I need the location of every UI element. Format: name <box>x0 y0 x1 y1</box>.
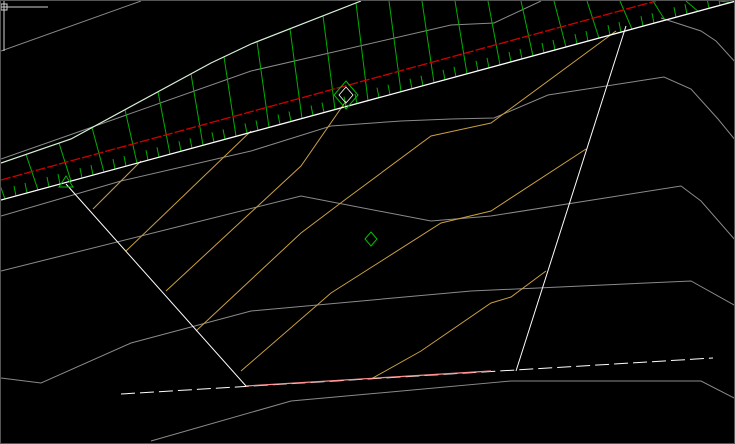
hatch-tick <box>57 173 61 185</box>
hatch-tick <box>112 159 116 170</box>
hatch-tick <box>607 25 611 36</box>
hatch-tick <box>211 132 215 143</box>
hatch-tick <box>553 1 567 48</box>
existing-contours <box>1 1 734 442</box>
hatch-tick <box>487 1 501 65</box>
hatch-tick <box>124 109 138 164</box>
centerline <box>1 1 657 181</box>
hatch-tick <box>651 13 655 24</box>
hatch-tick <box>1 186 6 200</box>
hatch-tick <box>574 33 578 45</box>
contour-line <box>1 185 734 272</box>
hatch-tick <box>289 28 303 119</box>
hatch-tick <box>156 147 160 158</box>
hatch-tick <box>442 69 446 80</box>
hatch-tick <box>90 164 94 176</box>
hatch-tick <box>388 1 402 92</box>
hatch-tick <box>486 57 490 68</box>
hatch-tick <box>508 51 512 63</box>
contour-line <box>660 17 734 62</box>
hatch-tick <box>541 42 545 54</box>
hatch-tick <box>46 176 50 188</box>
hatch-tick <box>673 7 677 18</box>
contour-line <box>1 1 142 52</box>
hatch-tick <box>421 1 435 83</box>
hatch-tick <box>145 150 149 161</box>
contour-line <box>1 1 542 160</box>
hatch-tick <box>640 16 644 27</box>
hatch-tick <box>157 91 171 155</box>
hatch-tick <box>520 1 534 57</box>
hatch-tick <box>420 75 424 86</box>
hatch-tick <box>222 129 226 140</box>
diamond-grip-icon[interactable] <box>338 86 354 104</box>
crosshair-cursor-icon <box>1 1 48 51</box>
hatch-tick <box>652 1 666 21</box>
hatch-tick <box>91 127 105 173</box>
hatch-tick <box>256 41 270 128</box>
hatch-tick <box>24 182 28 194</box>
drawing-canvas[interactable] <box>1 1 735 444</box>
hatch-tick <box>322 15 336 110</box>
hatch-tick <box>684 4 688 15</box>
contour-line <box>1 280 734 384</box>
boundary-line-left <box>65 183 247 387</box>
hatch-tick <box>244 123 248 134</box>
hatch-tick <box>519 48 523 60</box>
hatch-tick <box>321 102 325 113</box>
property-line-segment <box>245 370 492 387</box>
hatch-tick <box>585 30 589 42</box>
hatch-tick <box>376 87 380 98</box>
hatch-tick <box>223 56 237 137</box>
hatch-tick <box>685 1 699 12</box>
proposed-contour <box>240 148 587 372</box>
contour-line <box>150 380 734 442</box>
hatch-tick <box>277 114 281 125</box>
hatch-tick <box>355 2 369 101</box>
hatch-tick <box>475 60 479 71</box>
proposed-contour <box>195 30 617 332</box>
hatch-tick <box>409 78 413 89</box>
hatch-tick <box>552 39 556 51</box>
hatch-tick <box>310 105 314 116</box>
hatch-tick <box>123 156 127 167</box>
proposed-contour <box>370 270 547 380</box>
cad-drawing-viewport[interactable] <box>0 0 735 444</box>
hatch-tick <box>718 1 721 6</box>
hatch-tick <box>619 1 633 30</box>
hatch-tick <box>618 22 622 33</box>
boundary-line-right <box>515 25 627 372</box>
hatch-tick <box>387 84 391 95</box>
hatch-tick <box>178 141 182 152</box>
hatch-tick <box>718 1 732 3</box>
top-of-slope-line <box>1 1 362 164</box>
hatch-tick <box>453 66 457 77</box>
hatch-tick <box>79 167 83 179</box>
hatch-tick <box>13 185 17 197</box>
hatch-tick <box>288 111 292 122</box>
hatch-tick <box>255 120 259 131</box>
slope-hatch <box>1 1 732 200</box>
diamond-grip-icon[interactable] <box>364 231 378 247</box>
hatch-tick <box>189 138 193 149</box>
hatch-tick <box>454 1 468 74</box>
hatch-tick <box>190 73 204 146</box>
hatch-tick <box>707 1 710 9</box>
